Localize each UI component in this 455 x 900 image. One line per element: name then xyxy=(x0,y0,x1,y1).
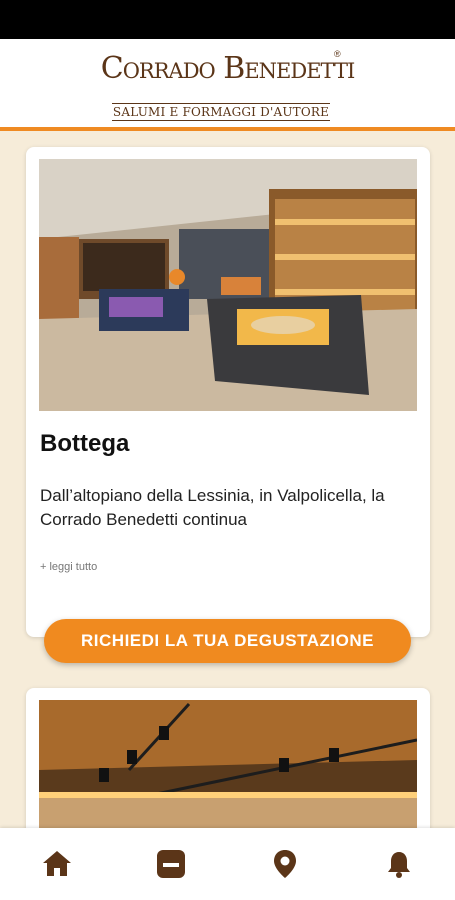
app-header: Corrado Benedetti ® SALUMI E FORMAGGI D'… xyxy=(0,39,455,131)
cellar-card[interactable] xyxy=(26,688,430,848)
card-title: Bottega xyxy=(40,430,130,457)
read-more-link[interactable]: + leggi tutto xyxy=(40,561,97,573)
menu-card-icon[interactable] xyxy=(155,848,187,880)
registered-mark: ® xyxy=(334,49,341,59)
request-tasting-button[interactable]: RICHIEDI LA TUA DEGUSTAZIONE xyxy=(44,619,411,663)
bottom-navigation xyxy=(0,828,455,900)
card-description: Dall’altopiano della Lessinia, in Valpol… xyxy=(40,486,385,529)
bell-icon[interactable] xyxy=(383,848,415,880)
home-icon[interactable] xyxy=(41,848,73,880)
location-pin-icon[interactable] xyxy=(269,848,301,880)
cellar-photo xyxy=(39,700,417,840)
status-bar xyxy=(0,0,455,39)
bottega-photo xyxy=(39,159,417,411)
brand-logo: Corrado Benedetti xyxy=(100,51,356,86)
brand-tagline: SALUMI E FORMAGGI D'AUTORE xyxy=(112,103,330,121)
bottega-card[interactable]: Bottega Dall’altopiano della Lessinia, i… xyxy=(26,147,430,637)
